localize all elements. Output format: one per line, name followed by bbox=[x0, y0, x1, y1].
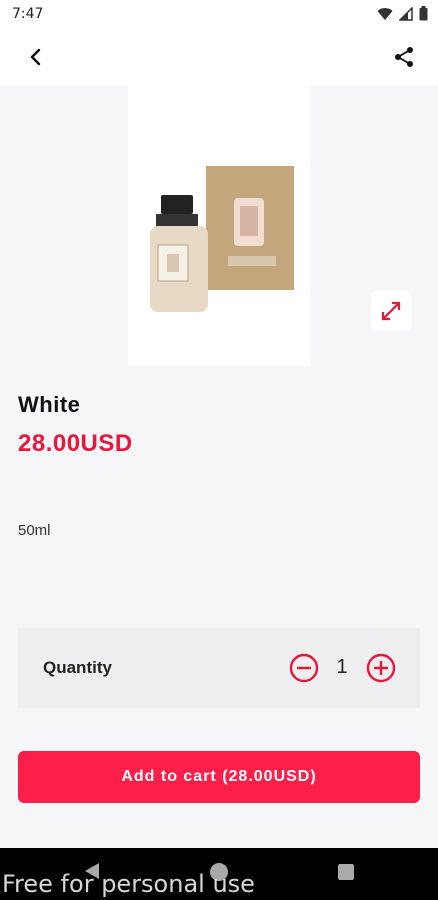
top-app-bar bbox=[0, 28, 438, 86]
wifi-icon bbox=[377, 7, 393, 20]
watermark-text: Free for personal use bbox=[2, 870, 255, 898]
product-price: 28.00USD bbox=[18, 430, 133, 457]
plus-circle-icon[interactable] bbox=[366, 653, 396, 683]
status-bar: 7:47 bbox=[0, 0, 438, 28]
product-description: 50ml bbox=[18, 522, 51, 539]
nav-recents-icon[interactable] bbox=[338, 864, 354, 880]
product-title: White bbox=[18, 392, 81, 417]
status-icons bbox=[377, 6, 428, 21]
quantity-label: Quantity bbox=[43, 658, 112, 677]
minus-circle-icon[interactable] bbox=[289, 653, 319, 683]
quantity-value: 1 bbox=[336, 656, 348, 678]
share-button[interactable] bbox=[388, 41, 420, 73]
product-image[interactable] bbox=[128, 86, 310, 366]
quantity-panel: Quantity 1 bbox=[18, 628, 420, 708]
expand-image-button[interactable] bbox=[371, 291, 411, 331]
add-to-cart-button[interactable]: Add to cart (28.00USD) bbox=[18, 751, 420, 803]
back-button[interactable] bbox=[20, 41, 52, 73]
perfume-bottle-and-box-image bbox=[150, 166, 294, 312]
signal-icon bbox=[399, 6, 413, 21]
status-time: 7:47 bbox=[12, 6, 44, 22]
back-arrow-icon bbox=[30, 48, 41, 66]
share-icon bbox=[395, 47, 413, 67]
battery-icon bbox=[419, 6, 428, 21]
expand-icon bbox=[381, 301, 401, 321]
